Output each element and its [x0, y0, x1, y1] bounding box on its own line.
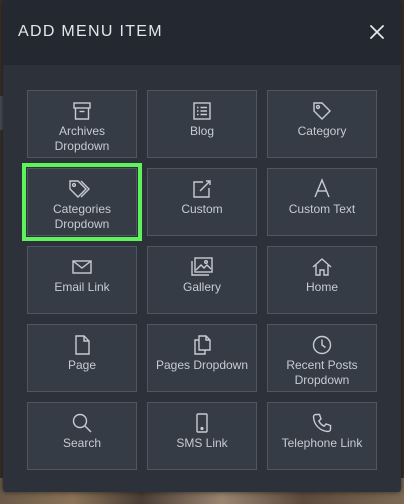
menu-item-archives-dropdown[interactable]: Archives Dropdown — [27, 90, 137, 158]
menu-item-label: Gallery — [182, 280, 221, 294]
menu-item-custom-text[interactable]: Custom Text — [267, 168, 377, 236]
clock-icon — [312, 335, 332, 355]
mobile-phone-icon — [196, 413, 208, 433]
menu-item-label: Archives Dropdown — [54, 124, 110, 153]
menu-item-grid: Archives Dropdown Blog Category Categori… — [22, 90, 377, 470]
menu-item-label: Search — [62, 436, 102, 450]
menu-item-label: Recent Posts Dropdown — [286, 358, 358, 387]
menu-item-label: Custom Text — [288, 202, 356, 216]
document-icon — [75, 335, 90, 355]
menu-item-blog[interactable]: Blog — [147, 90, 257, 158]
menu-item-custom[interactable]: Custom — [147, 168, 257, 236]
list-document-icon — [193, 102, 211, 120]
edit-square-icon — [193, 180, 211, 198]
close-button[interactable] — [367, 22, 387, 42]
envelope-icon — [72, 260, 92, 274]
menu-item-label: Pages Dropdown — [155, 358, 249, 372]
menu-item-categories-dropdown[interactable]: Categories Dropdown — [22, 163, 142, 241]
add-menu-item-dialog: ADD MENU ITEM Archives Dropdown Blog Cat… — [3, 0, 401, 492]
menu-item-telephone-link[interactable]: Telephone Link — [267, 402, 377, 470]
telephone-icon — [312, 413, 332, 433]
menu-item-label: Page — [67, 358, 97, 372]
menu-item-label: Custom — [181, 202, 223, 216]
letter-a-icon — [314, 178, 330, 198]
menu-item-category[interactable]: Category — [267, 90, 377, 158]
archive-box-icon — [73, 102, 91, 120]
menu-item-recent-posts-dropdown[interactable]: Recent Posts Dropdown — [267, 324, 377, 392]
menu-item-gallery[interactable]: Gallery — [147, 246, 257, 314]
menu-item-pages-dropdown[interactable]: Pages Dropdown — [147, 324, 257, 392]
menu-item-label: Blog — [189, 124, 215, 138]
menu-item-label: Categories Dropdown — [52, 202, 112, 231]
menu-item-home[interactable]: Home — [267, 246, 377, 314]
images-icon — [191, 257, 213, 276]
menu-item-label: Home — [305, 280, 338, 294]
dialog-title: ADD MENU ITEM — [18, 23, 163, 40]
menu-item-sms-link[interactable]: SMS Link — [147, 402, 257, 470]
menu-item-page[interactable]: Page — [27, 324, 137, 392]
menu-item-search[interactable]: Search — [27, 402, 137, 470]
dialog-header: ADD MENU ITEM — [3, 0, 401, 65]
home-icon — [312, 258, 332, 276]
menu-item-label: Telephone Link — [281, 436, 363, 450]
menu-item-label: Email Link — [54, 280, 110, 294]
tags-icon — [69, 180, 90, 198]
menu-item-label: Category — [297, 124, 347, 138]
menu-item-label: SMS Link — [176, 436, 228, 450]
tag-icon — [313, 102, 331, 120]
menu-item-email-link[interactable]: Email Link — [27, 246, 137, 314]
magnifier-icon — [72, 413, 92, 433]
copy-documents-icon — [194, 335, 211, 355]
close-icon — [370, 25, 384, 39]
